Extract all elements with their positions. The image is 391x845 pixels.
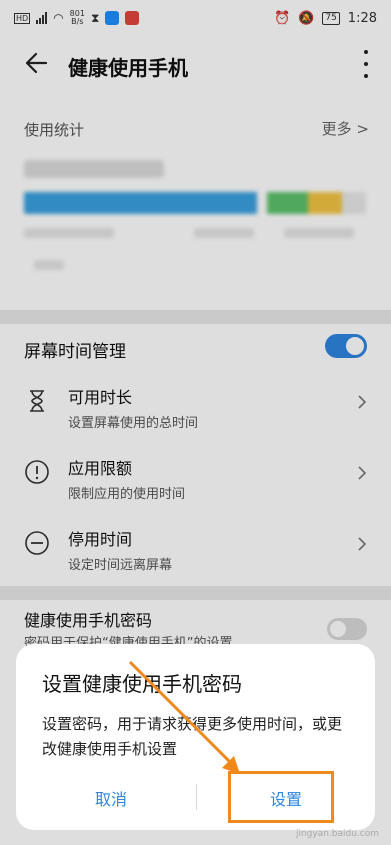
cancel-button[interactable]: 取消 (26, 778, 196, 818)
dialog-message: 设置密码，用于请求获得更多使用时间，或更改健康使用手机设置 (42, 715, 343, 758)
annotation-highlight-box (228, 771, 334, 823)
watermark: jingyan.baidu.com (295, 829, 379, 839)
button-divider (196, 784, 197, 810)
dialog-title: 设置健康使用手机密码 (42, 672, 242, 696)
